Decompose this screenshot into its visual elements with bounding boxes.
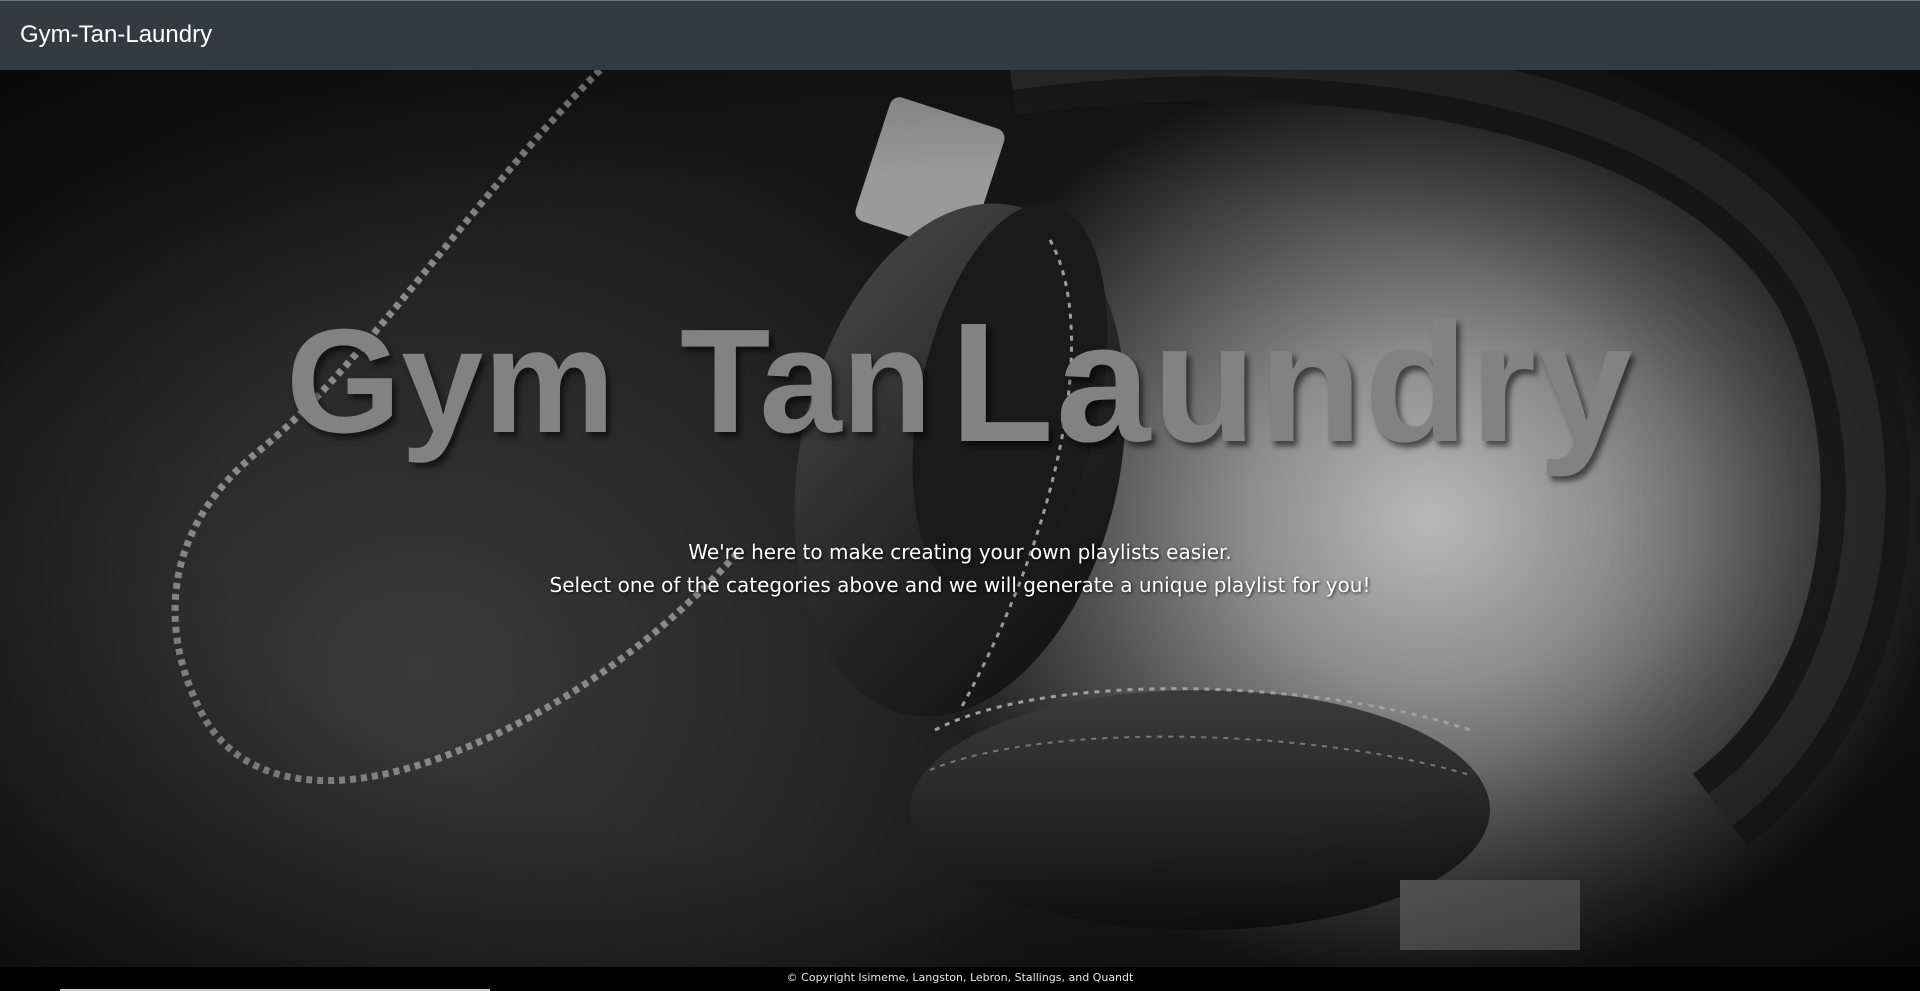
brand-link[interactable]: Gym-Tan-Laundry: [20, 21, 212, 49]
hero-title-word-gym: Gym: [286, 299, 616, 464]
headphones-background-image: [0, 70, 1920, 967]
tagline-line-2: Select one of the categories above and w…: [549, 573, 1371, 597]
tagline-line-1: We're here to make creating your own pla…: [688, 540, 1232, 564]
hero-section: Gym Tan Laundry We're here to make creat…: [0, 70, 1920, 967]
hero-title-word-laundry: Laundry: [950, 288, 1635, 478]
copyright-text: © Copyright Isimeme, Langston, Lebron, S…: [786, 971, 1134, 984]
footer: © Copyright Isimeme, Langston, Lebron, S…: [0, 967, 1920, 991]
hero-title-word-tan: Tan: [680, 299, 933, 464]
hero-title: Gym Tan Laundry: [280, 296, 1740, 516]
navbar: Gym-Tan-Laundry: [0, 0, 1920, 70]
hero-tagline: We're here to make creating your own pla…: [0, 536, 1920, 602]
